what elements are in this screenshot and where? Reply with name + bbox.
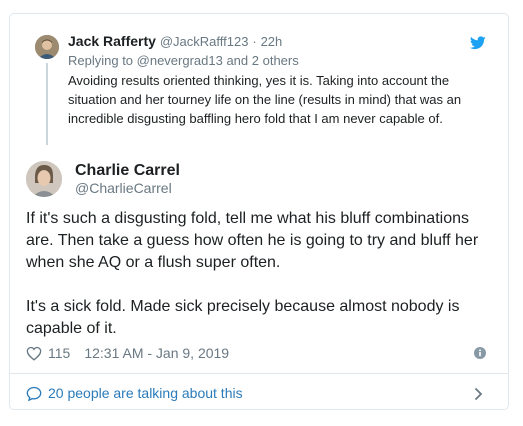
tweet-meta: 115 12:31 AM - Jan 9, 2019 xyxy=(26,345,229,361)
info-icon[interactable] xyxy=(474,347,486,359)
like-count[interactable]: 115 xyxy=(48,345,70,361)
tweet-paragraph: It's a sick fold. Made sick precisely be… xyxy=(26,298,460,337)
main-author-name[interactable]: Charlie Carrel xyxy=(75,162,180,180)
replying-to-label[interactable]: Replying to @nevergrad13 and 2 others xyxy=(68,53,299,68)
reply-author-name[interactable]: Jack Rafferty xyxy=(68,33,156,49)
tweet-paragraph: If it's such a disgusting fold, tell me … xyxy=(26,210,479,271)
heart-icon[interactable] xyxy=(26,346,42,361)
conversation-label: 20 people are talking about this xyxy=(48,385,243,401)
reply-time[interactable]: 22h xyxy=(261,34,283,49)
chevron-right-icon[interactable] xyxy=(474,387,483,401)
tweet-timestamp[interactable]: 12:31 AM - Jan 9, 2019 xyxy=(84,345,229,361)
reply-text: Avoiding results oriented thinking, yes … xyxy=(68,73,462,126)
reply-header: Jack Rafferty @JackRafff123 · 22h xyxy=(68,33,282,49)
footer-divider xyxy=(10,373,508,374)
main-avatar[interactable] xyxy=(26,161,62,197)
speech-bubble-icon xyxy=(26,386,42,401)
thread-connector-line xyxy=(46,63,48,145)
reply-separator: · xyxy=(252,34,257,49)
twitter-bird-icon[interactable] xyxy=(470,36,486,50)
main-author-handle[interactable]: @CharlieCarrel xyxy=(75,180,172,196)
main-tweet-text: If it's such a disgusting fold, tell me … xyxy=(26,208,496,340)
reply-author-handle[interactable]: @JackRafff123 xyxy=(160,34,249,49)
reply-avatar[interactable] xyxy=(35,35,59,59)
conversation-link[interactable]: 20 people are talking about this xyxy=(26,385,243,401)
